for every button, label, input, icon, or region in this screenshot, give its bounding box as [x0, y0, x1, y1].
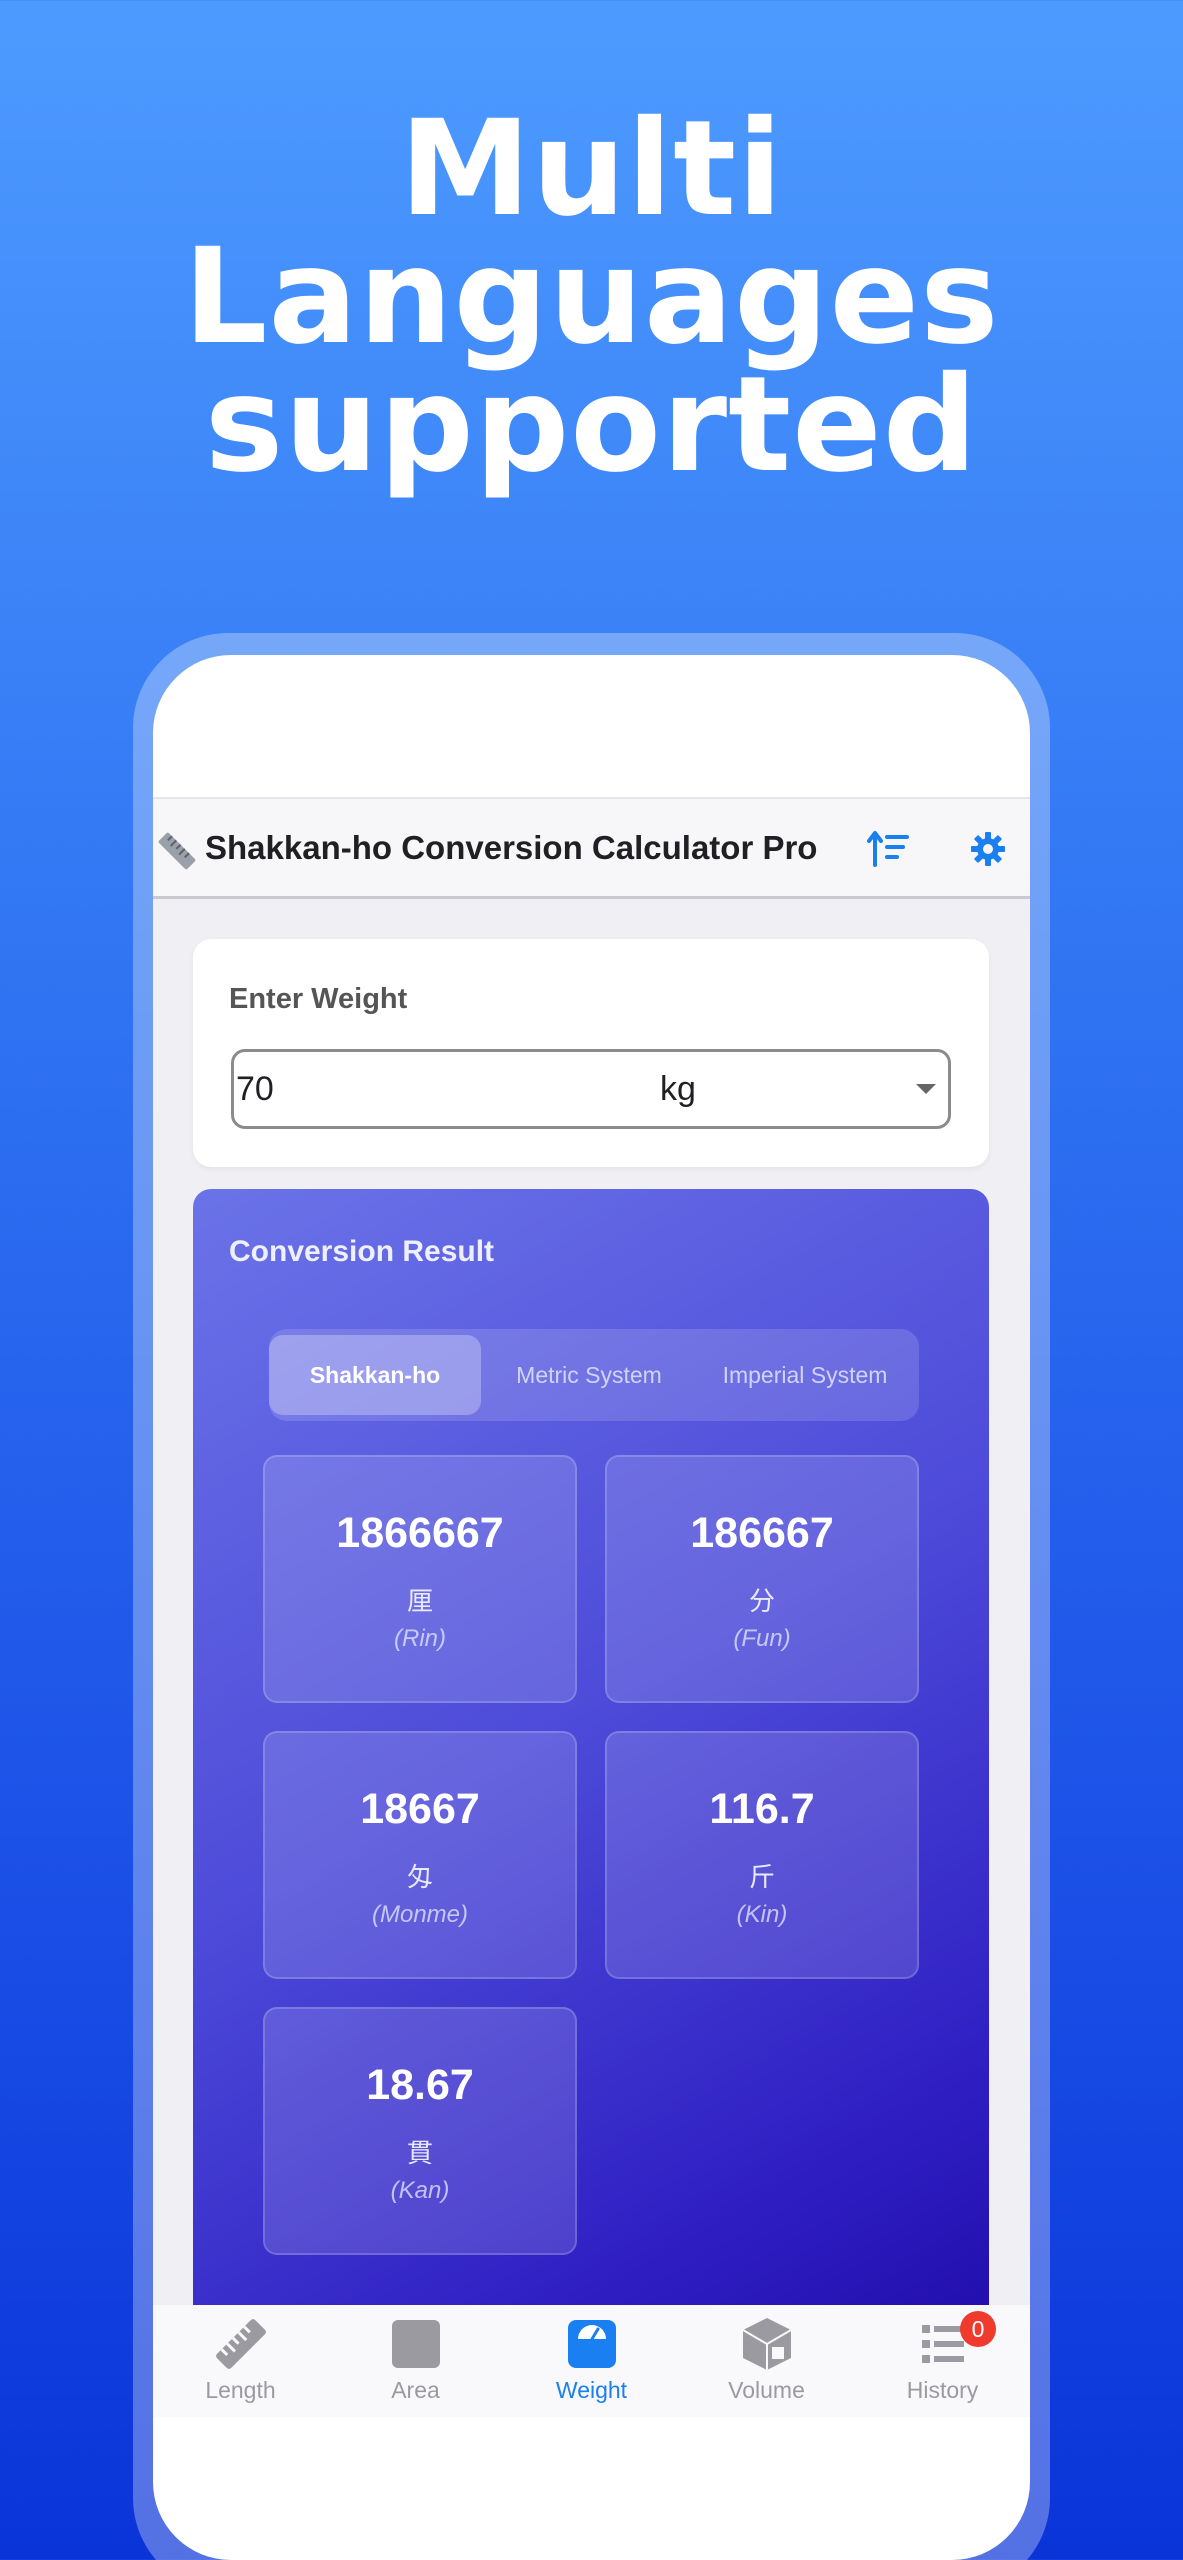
tab-imperial-system[interactable]: Imperial System — [697, 1335, 913, 1415]
tile-value: 1866667 — [336, 1509, 504, 1557]
tile-kanji: 斤 — [748, 1862, 775, 1892]
result-tile-rin: 1866667 厘 (Rin) — [263, 1455, 577, 1703]
headline-line-3: supported — [204, 348, 979, 502]
caret-down-icon — [916, 1084, 936, 1094]
headline: Multi Languages supported — [0, 92, 1183, 502]
tile-kanji: 貫 — [406, 2138, 433, 2168]
conversion-result-card: Conversion Result Shakkan-ho Metric Syst… — [193, 1189, 989, 2305]
weight-input[interactable] — [236, 1070, 536, 1109]
weight-input-box: kg — [231, 1049, 951, 1129]
cube-icon — [742, 2318, 792, 2370]
square-icon — [392, 2320, 440, 2368]
tile-romanization: (Rin) — [394, 1625, 446, 1652]
tile-romanization: (Monme) — [371, 1901, 468, 1928]
tile-value: 116.7 — [709, 1785, 815, 1833]
unit-select-value: kg — [660, 1070, 696, 1108]
result-tile-fun: 186667 分 (Fun) — [605, 1455, 919, 1703]
tile-kanji: 分 — [748, 1586, 775, 1616]
bottom-nav: Length Area Weight Volume 0 History — [153, 2305, 1030, 2417]
result-tile-kin: 116.7 斤 (Kin) — [605, 1731, 919, 1979]
sort-icon[interactable] — [865, 825, 913, 873]
tile-kanji: 厘 — [406, 1586, 433, 1616]
tile-romanization: (Kan) — [390, 2177, 450, 2204]
tile-kanji: 匁 — [406, 1862, 433, 1892]
weight-input-card: Enter Weight kg — [193, 939, 989, 1167]
gear-icon[interactable] — [968, 829, 1008, 869]
result-tile-kan: 18.67 貫 (Kan) — [263, 2007, 577, 2255]
ruler-icon — [216, 2319, 266, 2369]
phone-screen: Shakkan-ho Conversion Calculator Pro Ent… — [153, 655, 1030, 2560]
tile-value: 18667 — [360, 1785, 480, 1833]
tile-romanization: (Kin) — [736, 1901, 788, 1928]
app-title: Shakkan-ho Conversion Calculator Pro — [205, 829, 818, 866]
tab-shakkan-ho[interactable]: Shakkan-ho — [269, 1335, 481, 1415]
nav-label: Length — [205, 2377, 276, 2403]
history-badge: 0 — [960, 2311, 996, 2347]
main-content: Enter Weight kg Conversion Result Shakka… — [153, 899, 1030, 2305]
scale-icon — [568, 2320, 616, 2368]
headline-line-1: Multi — [399, 92, 784, 246]
result-tile-monme: 18667 匁 (Monme) — [263, 1731, 577, 1979]
nav-item-length[interactable]: Length — [153, 2305, 328, 2417]
headline-line-2: Languages — [183, 220, 1000, 374]
nav-item-volume[interactable]: Volume — [679, 2305, 854, 2417]
tile-romanization: (Fun) — [733, 1625, 791, 1652]
ruler-icon — [158, 832, 196, 870]
system-tabs: Shakkan-ho Metric System Imperial System — [269, 1329, 919, 1421]
nav-label: Weight — [555, 2377, 628, 2403]
tab-metric-system[interactable]: Metric System — [481, 1335, 697, 1415]
input-label: Enter Weight — [229, 983, 408, 1015]
nav-label: Volume — [728, 2377, 805, 2403]
nav-item-history[interactable]: 0 History — [855, 2305, 1030, 2417]
app-bar: Shakkan-ho Conversion Calculator Pro — [153, 797, 1030, 899]
tile-value: 186667 — [690, 1509, 834, 1557]
tile-value: 18.67 — [366, 2061, 474, 2109]
nav-label: Area — [391, 2377, 440, 2403]
result-title: Conversion Result — [229, 1235, 495, 1268]
nav-item-area[interactable]: Area — [328, 2305, 503, 2417]
nav-item-weight[interactable]: Weight — [504, 2305, 679, 2417]
nav-label: History — [906, 2377, 979, 2403]
